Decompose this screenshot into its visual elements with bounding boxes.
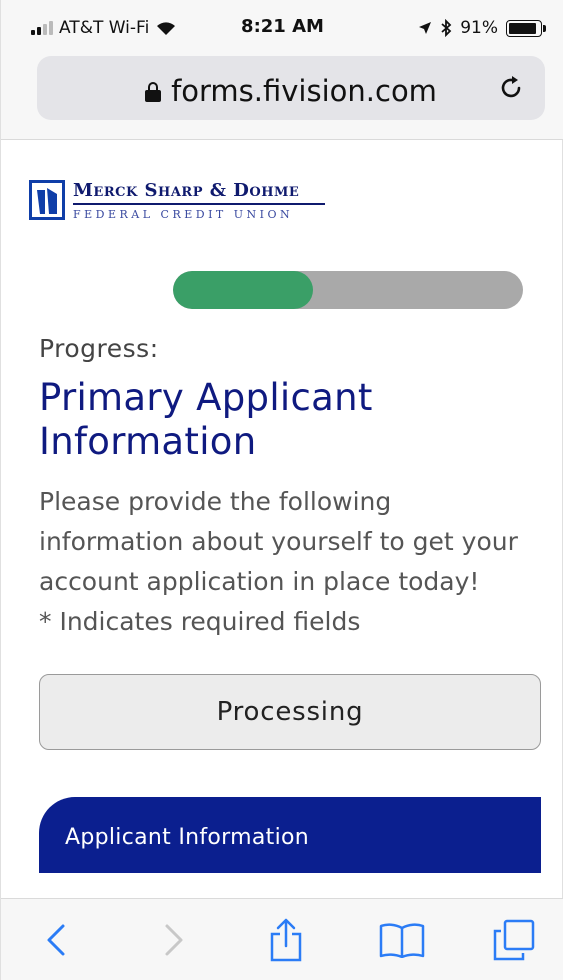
chevron-right-icon <box>165 924 183 956</box>
logo-mark-icon <box>29 180 65 221</box>
logo-divider <box>73 203 325 205</box>
logo-name: Merck Sharp & Dohme <box>73 180 300 201</box>
intro-description: Please provide the following information… <box>39 487 518 596</box>
location-arrow-icon <box>419 22 432 34</box>
applicant-information-panel: Applicant Information <box>39 797 541 873</box>
logo-subtitle: FEDERAL CREDIT UNION <box>73 207 294 221</box>
tabs-icon <box>493 919 535 961</box>
lock-icon <box>145 82 162 102</box>
page-title: Primary Applicant Information <box>39 376 373 463</box>
required-fields-note: * Indicates required fields <box>39 607 361 636</box>
book-icon <box>379 923 425 958</box>
battery-percent: 91% <box>460 18 498 38</box>
processing-button[interactable]: Processing <box>39 674 541 750</box>
status-bar: AT&T Wi-Fi 8:21 AM 91% <box>1 0 563 50</box>
progress-bar-fill <box>173 271 313 309</box>
browser-address-area: forms.fivision.com <box>1 50 563 140</box>
phone-screen: AT&T Wi-Fi 8:21 AM 91% forms.fivision.co… <box>0 0 563 980</box>
progress-bar <box>173 271 523 309</box>
address-text-container: forms.fivision.com <box>37 74 545 108</box>
chevron-left-icon <box>47 924 65 956</box>
bluetooth-icon <box>441 19 452 37</box>
browser-toolbar <box>1 898 563 980</box>
share-icon <box>270 918 302 962</box>
bookmarks-button[interactable] <box>379 917 425 963</box>
status-right: 91% <box>418 18 546 38</box>
logo-text: Merck Sharp & Dohme FEDERAL CREDIT UNION <box>73 180 325 221</box>
credit-union-logo: Merck Sharp & Dohme FEDERAL CREDIT UNION <box>29 180 325 221</box>
battery-icon <box>506 19 546 37</box>
intro-text: Please provide the following information… <box>39 482 539 642</box>
battery-fill <box>509 22 537 34</box>
address-bar[interactable]: forms.fivision.com <box>37 56 545 120</box>
forward-button[interactable] <box>151 917 197 963</box>
reload-icon[interactable] <box>497 74 525 102</box>
tabs-button[interactable] <box>491 917 537 963</box>
back-button[interactable] <box>33 917 79 963</box>
progress-label: Progress: <box>39 334 159 363</box>
applicant-panel-title: Applicant Information <box>65 825 309 850</box>
url-text: forms.fivision.com <box>171 74 437 108</box>
share-button[interactable] <box>263 917 309 963</box>
